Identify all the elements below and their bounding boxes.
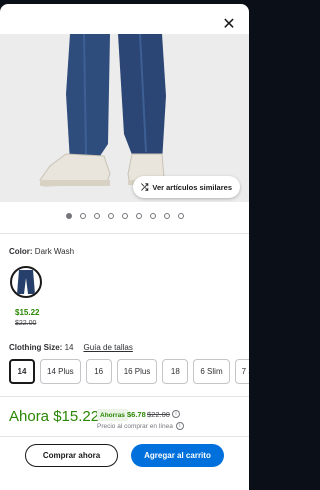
size-chip[interactable]: 18 [162, 359, 189, 384]
action-footer: Comprar ahora Agregar al carrito [0, 436, 249, 490]
close-icon[interactable]: ✕ [219, 14, 239, 34]
size-label: Clothing Size: [9, 343, 63, 352]
color-label: Color: [9, 247, 33, 256]
current-price: Ahora $15.22 [9, 408, 100, 425]
carousel-dot[interactable] [65, 213, 72, 219]
info-icon[interactable]: i [175, 422, 184, 430]
was-price: $22.00 [147, 410, 170, 419]
add-to-cart-button[interactable]: Agregar al carrito [131, 444, 224, 467]
size-chip[interactable]: 14 [9, 359, 35, 384]
savings-amount: $6.78 [127, 410, 146, 419]
swatch-was-price: $22.00 [15, 320, 37, 327]
online-price-note: Precio al comprar en línea i [97, 422, 184, 430]
color-value: Dark Wash [34, 247, 75, 256]
carousel-dot[interactable] [79, 213, 86, 219]
color-swatch-dark-wash[interactable] [10, 266, 42, 298]
savings-badge: Ahorras [97, 409, 128, 421]
carousel-dot[interactable] [107, 213, 114, 219]
product-sheet: ✕ ⤮ Ver artículos similares Color: Dark … [0, 4, 249, 490]
size-label-group: Clothing Size: 14 [9, 343, 73, 352]
buy-now-button[interactable]: Comprar ahora [25, 444, 118, 467]
swatch-price: $15.22 [15, 308, 40, 317]
size-chip[interactable]: 6 Slim [193, 359, 230, 384]
size-chip[interactable]: 7 Slim [234, 359, 249, 384]
color-row: Color: Dark Wash [9, 247, 74, 256]
product-image[interactable]: ⤮ Ver artículos similares [0, 34, 249, 202]
similar-items-button[interactable]: ⤮ Ver artículos similares [133, 176, 240, 198]
carousel-dot[interactable] [121, 213, 128, 219]
carousel-dot[interactable] [163, 213, 170, 219]
carousel-dot[interactable] [177, 213, 184, 219]
carousel-dot[interactable] [135, 213, 142, 219]
shuffle-icon: ⤮ [141, 181, 149, 192]
carousel-dot[interactable] [149, 213, 156, 219]
size-chip[interactable]: 16 [85, 359, 112, 384]
info-icon[interactable]: i [172, 410, 180, 418]
size-row: Clothing Size: 14 Guía de tallas [9, 343, 133, 352]
size-guide-link[interactable]: Guía de tallas [83, 343, 132, 352]
size-options: 14 14 Plus 16 16 Plus 18 6 Slim 7 Slim 8 [9, 359, 249, 384]
size-chip[interactable]: 16 Plus [116, 359, 158, 384]
jeans-thumbnail [17, 270, 35, 294]
carousel-dots [0, 213, 249, 219]
online-price-note-text: Precio al comprar en línea [97, 422, 173, 430]
similar-items-label: Ver artículos similares [152, 182, 232, 192]
size-chip[interactable]: 14 Plus [40, 359, 81, 384]
carousel-dot[interactable] [93, 213, 100, 219]
divider [0, 233, 249, 234]
size-value: 14 [64, 343, 74, 352]
divider [0, 396, 249, 397]
